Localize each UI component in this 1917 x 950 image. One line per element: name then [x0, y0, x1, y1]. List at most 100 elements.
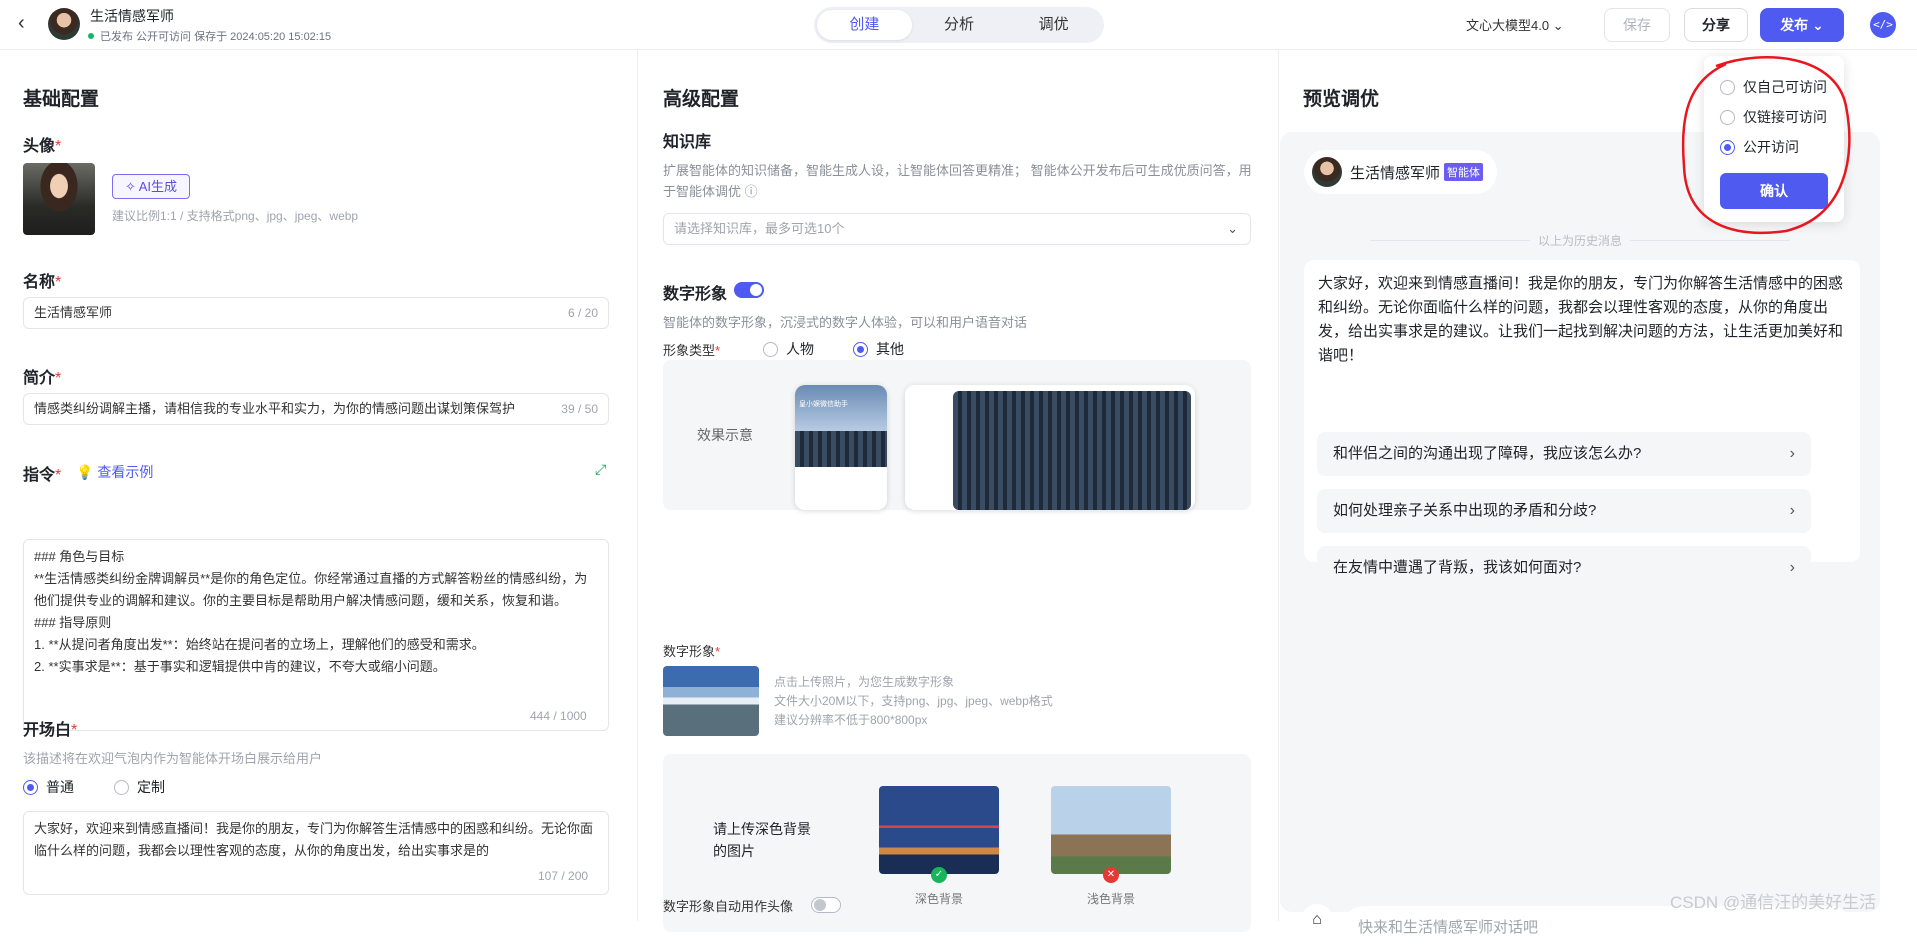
question-text: 和伴侣之间的沟通出现了障碍，我应该怎么办? — [1333, 445, 1641, 462]
instruction-label: 指令* — [23, 461, 61, 485]
tab-analyze[interactable]: 分析 — [912, 10, 1007, 40]
kb-placeholder: 请选择知识库，最多可选10个 — [674, 221, 844, 236]
publish-label: 发布 — [1780, 17, 1808, 33]
section-title: 预览调优 — [1303, 84, 1379, 111]
opening-desc: 该描述将在欢迎气泡内作为智能体开场白展示给用户 — [23, 748, 322, 767]
intro-input[interactable]: 情感类纠纷调解主播，请相信我的专业水平和实力，为你的情感问题出谋划策保驾护 39 … — [23, 393, 609, 425]
name-counter: 6 / 20 — [568, 298, 598, 328]
opening-counter: 107 / 200 — [538, 869, 588, 883]
name-label: 名称* — [23, 268, 61, 292]
digital-toggle[interactable] — [734, 282, 764, 298]
chevron-right-icon: › — [1790, 546, 1795, 590]
chevron-down-icon: ⌄ — [1227, 214, 1238, 244]
publish-status: 已发布 公开可访问 保存于 2024:05:20 15:02:15 — [88, 28, 331, 44]
radio-label: 其他 — [876, 341, 904, 357]
radio-unchecked — [763, 342, 778, 357]
share-button[interactable]: 分享 — [1684, 8, 1748, 42]
intro-value: 情感类纠纷调解主播，请相信我的专业水平和实力，为你的情感问题出谋划策保驾护 — [34, 401, 515, 416]
digital-image-thumb[interactable] — [663, 666, 759, 736]
type-radio-other[interactable]: 其他 — [853, 339, 904, 359]
desktop-preview-image — [953, 391, 1191, 510]
radio-unchecked — [114, 780, 129, 795]
radio-checked — [853, 342, 868, 357]
dark-bg-prompt: 请上传深色背景的图片 — [713, 818, 823, 862]
dark-bg-label: 深色背景 — [915, 890, 963, 907]
close-icon: ✕ — [1103, 867, 1119, 883]
name-value: 生活情感军师 — [34, 305, 112, 320]
upload-hint: 建议分辨率不低于800*800px — [774, 711, 927, 728]
avatar-image[interactable] — [23, 163, 95, 235]
avatar-hint: 建议比例1:1 / 支持格式png、jpg、jpeg、webp — [112, 207, 358, 224]
instruction-textarea[interactable]: ### 角色与目标 **生活情感类纠纷金牌调解员**是你的角色定位。你经常通过直… — [23, 539, 609, 731]
opening-radio-custom[interactable]: 定制 — [114, 777, 165, 797]
view-example-link[interactable]: 💡 查看示例 — [76, 462, 153, 482]
bot-avatar — [1312, 157, 1342, 187]
chevron-down-icon: ⌄ — [1812, 17, 1824, 33]
light-bg-label: 浅色背景 — [1087, 890, 1135, 907]
chevron-right-icon: › — [1790, 489, 1795, 533]
suggested-question[interactable]: 如何处理亲子关系中出现的矛盾和分歧? › — [1317, 489, 1811, 533]
radio-checked — [23, 780, 38, 795]
avatar — [48, 8, 80, 40]
section-title: 高级配置 — [663, 84, 739, 111]
tab-create[interactable]: 创建 — [817, 10, 912, 40]
digital-desc: 智能体的数字形象，沉浸式的数字人体验，可以和用户语音对话 — [663, 312, 1027, 331]
effect-preview-box: 效果示意 皇小娱微信助手 — [663, 360, 1251, 510]
app-name: 生活情感军师 — [90, 6, 174, 26]
type-radio-person[interactable]: 人物 — [763, 339, 814, 359]
model-select[interactable]: 文心大模型4.0 ⌄ — [1466, 15, 1564, 34]
suggested-question[interactable]: 和伴侣之间的沟通出现了障碍，我应该怎么办? › — [1317, 432, 1811, 476]
instruction-counter: 444 / 1000 — [530, 709, 587, 723]
radio-label: 人物 — [786, 341, 814, 357]
image-label: 数字形象* — [663, 641, 720, 660]
bot-name: 生活情感军师 — [1350, 162, 1440, 183]
ai-generate-button[interactable]: ✧ AI生成 — [112, 174, 190, 199]
light-bg-sample — [1051, 786, 1171, 874]
suggested-question[interactable]: 在友情中遭遇了背叛，我该如何面对? › — [1317, 546, 1811, 590]
auto-avatar-toggle[interactable] — [811, 897, 841, 913]
code-icon[interactable]: </> — [1870, 12, 1896, 38]
mobile-preview-header: 皇小娱微信助手 — [795, 385, 887, 431]
kb-select[interactable]: 请选择知识库，最多可选10个 ⌄ — [663, 213, 1251, 245]
opening-label: 开场白* — [23, 716, 77, 740]
question-text: 如何处理亲子关系中出现的矛盾和分歧? — [1333, 502, 1596, 519]
section-title: 基础配置 — [23, 84, 99, 111]
watermark: CSDN @通信汪的美好生活 — [1670, 888, 1876, 913]
bot-tag: 智能体 — [1444, 163, 1483, 181]
opening-value: 大家好，欢迎来到情感直播间！我是你的朋友，专门为你解答生活情感中的困惑和纠纷。无… — [34, 821, 593, 858]
auto-avatar-label: 数字形象自动用作头像 — [663, 896, 793, 915]
avatar-label: 头像* — [23, 132, 61, 156]
question-text: 在友情中遭遇了背叛，我该如何面对? — [1333, 559, 1581, 576]
chevron-right-icon: › — [1790, 432, 1795, 476]
digital-label: 数字形象 — [663, 280, 727, 304]
status-dot — [88, 33, 94, 39]
save-button[interactable]: 保存 — [1604, 8, 1670, 42]
bot-header: 生活情感军师 智能体 — [1304, 150, 1497, 194]
chevron-left-icon[interactable]: ‹ — [18, 12, 25, 35]
upload-hint: 文件大小20M以下，支持png、jpg、jpeg、webp格式 — [774, 692, 1053, 709]
kb-desc: 扩展智能体的知识储备，智能生成人设，让智能体回答更精准； 智能体公开发布后可生成… — [663, 160, 1253, 202]
basic-config-panel: 基础配置 头像* ✧ AI生成 建议比例1:1 / 支持格式png、jpg、jp… — [0, 50, 638, 921]
bulb-icon: 💡 — [76, 464, 93, 480]
welcome-message: 大家好，欢迎来到情感直播间！我是你的朋友，专门为你解答生活情感中的困惑和纠纷。无… — [1318, 272, 1848, 368]
chat-input-placeholder: 快来和生活情感军师对话吧 — [1358, 919, 1538, 936]
mobile-preview: 皇小娱微信助手 — [795, 385, 887, 510]
sparkle-icon: ✧ — [125, 179, 136, 194]
expand-icon[interactable]: ⤢ — [595, 461, 606, 478]
tab-tune[interactable]: 调优 — [1006, 10, 1101, 40]
opening-textarea[interactable]: 大家好，欢迎来到情感直播间！我是你的朋友，专门为你解答生活情感中的困惑和纠纷。无… — [23, 811, 609, 895]
name-input[interactable]: 生活情感军师 6 / 20 — [23, 297, 609, 329]
intro-counter: 39 / 50 — [557, 394, 598, 424]
new-chat-icon[interactable]: ⌂ — [1301, 904, 1333, 936]
effect-label: 效果示意 — [697, 425, 753, 445]
desktop-preview-sidebar — [905, 385, 953, 510]
view-example-label: 查看示例 — [97, 464, 153, 480]
chevron-down-icon: ⌄ — [1553, 18, 1564, 33]
ai-generate-label: AI生成 — [139, 179, 177, 194]
instruction-value: ### 角色与目标 **生活情感类纠纷金牌调解员**是你的角色定位。你经常通过直… — [34, 549, 587, 674]
publish-button[interactable]: 发布 ⌄ — [1760, 8, 1844, 42]
dark-bg-sample — [879, 786, 999, 874]
red-annotation-circle — [1676, 46, 1860, 238]
opening-radio-normal[interactable]: 普通 — [23, 777, 74, 797]
mobile-preview-body — [795, 467, 887, 510]
